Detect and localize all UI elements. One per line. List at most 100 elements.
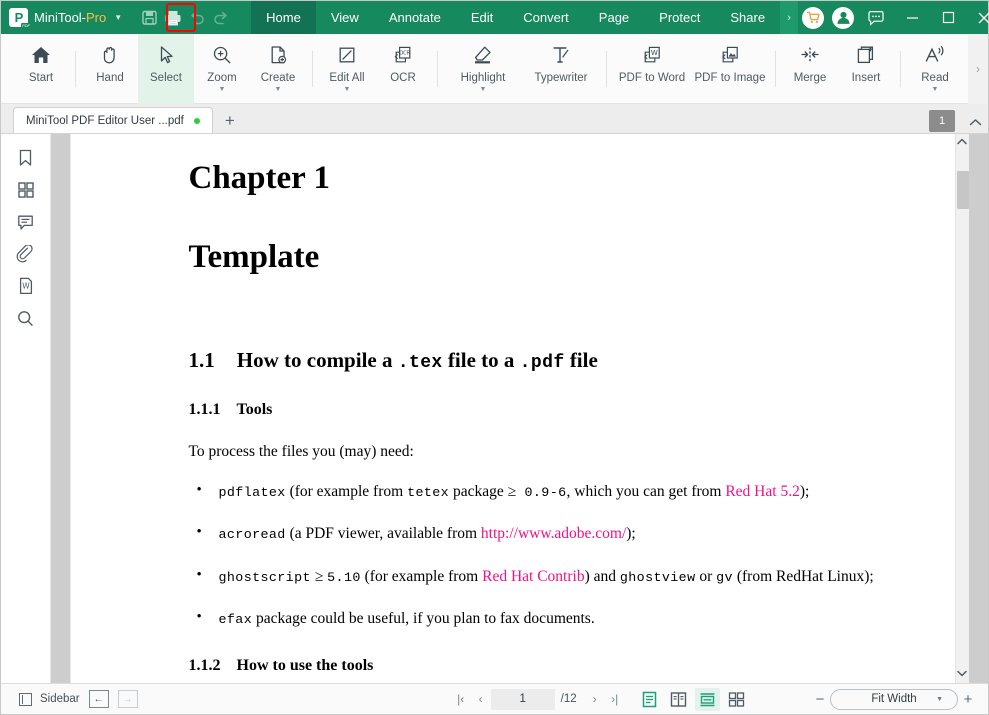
pdf-viewer[interactable]: Chapter 1 Template 1.1 How to compile a .… [51,134,988,683]
document-title-heading: Template [188,239,320,275]
ribbon-label-highlight: Highlight [460,72,506,84]
grid-view-button[interactable] [724,688,749,711]
zoom-in-button[interactable]: + [958,691,978,708]
nav-back-button[interactable]: ← [88,690,109,708]
app-logo: P PDF [9,1,31,34]
search-icon[interactable] [9,302,43,334]
menu-item-convert[interactable]: Convert [508,1,584,34]
tools-list: pdflatex (for example from tetex package… [189,480,895,631]
sidebar-toggle[interactable]: Sidebar [19,692,80,706]
minimize-button[interactable] [894,1,930,34]
ribbon-label-select: Select [150,72,182,84]
ribbon-divider [312,50,313,87]
new-tab-button[interactable]: + [225,111,235,131]
ribbon-button-insert[interactable]: Insert [838,34,894,104]
ribbon-label-zoom: Zoom [207,72,237,84]
ribbon-button-select[interactable]: Select [138,34,194,104]
first-page-button[interactable]: |‹ [451,692,471,706]
ribbon-button-edit-all[interactable]: Edit All ▼ [319,34,375,104]
menu-item-edit[interactable]: Edit [456,1,508,34]
ribbon-button-read[interactable]: Read ▼ [907,34,963,104]
feedback-icon[interactable] [858,1,894,34]
section-text-b: file to a [442,348,520,372]
scroll-down-icon[interactable] [957,669,967,680]
subsection-heading: 1.1.1 Tools [189,401,895,419]
zoom-level-select[interactable]: Fit Width ▼ [830,688,958,710]
brand-suffix: Pro [86,10,107,25]
ribbon-toolbar: Start Hand Select Zoom ▼ Create ▼ Edit A… [1,34,988,104]
ribbon-button-pdf-to-image[interactable]: PDF to Image [691,34,769,104]
word-export-icon[interactable]: W [9,270,43,302]
subsection-label: Tools [236,401,273,418]
read-aloud-icon [923,41,947,68]
attachment-icon[interactable] [9,238,43,270]
brand-dropdown-icon[interactable]: ▼ [114,13,122,22]
print-icon[interactable] [164,5,182,31]
svg-text:W: W [22,282,30,291]
account-icon[interactable] [832,6,855,29]
section-mono-pdf: .pdf [519,353,565,373]
ribbon-button-ocr[interactable]: OCR OCR [375,34,431,104]
ribbon-button-hand[interactable]: Hand [82,34,138,104]
undo-icon[interactable] [188,5,206,31]
merge-icon [799,41,821,68]
chevron-down-icon[interactable]: ▼ [219,86,226,93]
ribbon-label-create: Create [260,72,296,84]
document-tab[interactable]: MiniTool PDF Editor User ...pdf [13,107,213,133]
chevron-down-icon[interactable]: ▼ [936,696,943,703]
thumbnails-icon[interactable] [9,174,43,206]
list-item: efax package could be useful, if you pla… [189,607,895,630]
previous-page-button[interactable]: ‹ [471,692,491,706]
bookmark-icon[interactable] [9,142,43,174]
pdf-to-image-icon [718,41,742,68]
close-button[interactable] [966,1,989,34]
menu-item-view[interactable]: View [316,1,374,34]
save-icon[interactable] [141,5,158,31]
unsaved-changes-dot [193,117,200,124]
section-heading: 1.1 How to compile a .tex file to a .pdf … [189,348,895,373]
menu-item-protect[interactable]: Protect [644,1,715,34]
menu-item-share[interactable]: Share [715,1,780,34]
last-page-button[interactable]: ›| [605,692,625,706]
menu-item-annotate[interactable]: Annotate [374,1,456,34]
scroll-up-icon[interactable] [957,134,967,148]
chevron-down-icon[interactable]: ▼ [344,86,351,93]
vertical-scrollbar[interactable] [954,134,969,683]
scrollbar-thumb[interactable] [956,171,969,209]
collapse-ribbon-icon[interactable] [969,116,982,130]
ribbon-button-merge[interactable]: Merge [782,34,838,104]
chevron-down-icon[interactable]: ▼ [932,86,939,93]
ribbon-overflow-icon[interactable]: › [968,34,988,104]
comment-icon[interactable] [9,206,43,238]
next-page-button[interactable]: › [585,692,605,706]
ribbon-button-pdf-to-word[interactable]: W PDF to Word [613,34,691,104]
ribbon-label-merge: Merge [793,72,827,84]
highlighter-icon [471,41,495,68]
continuous-scroll-view-button[interactable] [694,687,720,711]
cart-icon[interactable] [802,6,825,29]
ribbon-button-create[interactable]: Create ▼ [250,34,306,104]
ribbon-divider [75,50,76,87]
subsection2-label: How to use the tools [236,656,374,674]
ribbon-button-typewriter[interactable]: Typewriter [522,34,600,104]
maximize-button[interactable] [930,1,966,34]
two-page-view-button[interactable] [666,688,691,711]
chevron-down-icon[interactable]: ▼ [275,86,282,93]
ribbon-label-pdf-to-image: PDF to Image [694,72,766,84]
nav-forward-button: → [117,690,138,708]
menu-overflow-icon[interactable]: › [780,1,799,34]
ribbon-button-highlight[interactable]: Highlight ▼ [444,34,522,104]
list-item: acroread (a PDF viewer, available from h… [189,522,895,545]
single-page-view-button[interactable] [637,688,662,711]
menu-item-home[interactable]: Home [251,1,316,34]
zoom-out-button[interactable]: − [810,691,830,708]
view-mode-group [635,687,751,711]
ribbon-button-zoom[interactable]: Zoom ▼ [194,34,250,104]
redo-icon[interactable] [212,5,230,31]
ribbon-label-insert: Insert [851,72,881,84]
ribbon-label-hand: Hand [96,72,124,84]
page-number-input[interactable] [490,688,555,710]
menu-item-page[interactable]: Page [584,1,644,34]
ribbon-button-start[interactable]: Start [13,34,69,104]
chevron-down-icon[interactable]: ▼ [480,86,487,93]
